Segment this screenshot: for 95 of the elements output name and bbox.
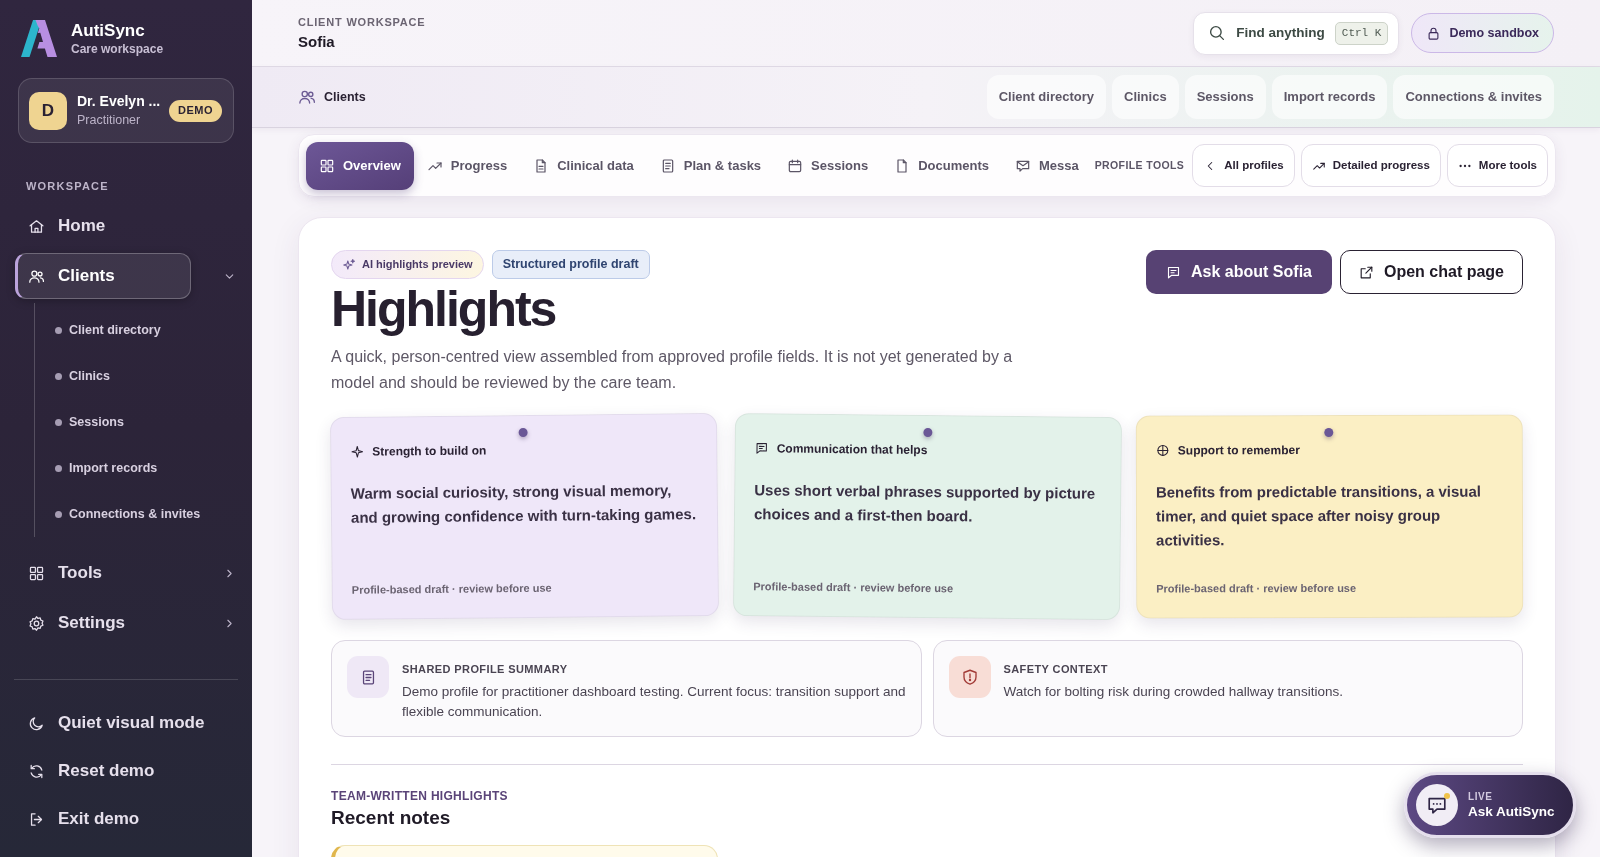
refresh-icon [28,762,45,780]
tab[interactable]: Clinical data [520,141,647,190]
tool-button[interactable]: All profiles [1192,144,1295,187]
card-footnote: Profile-based draft · review before use [351,580,552,597]
lock-icon [1426,25,1442,41]
info-text: Watch for bolting risk during crowded hallway transitions. [1003,683,1343,701]
chat-launcher[interactable]: LIVE Ask AutiSync [1404,772,1576,838]
brand-name: AutiSync [71,20,145,41]
sidebar-action[interactable]: Reset demo [15,748,237,794]
draft-badge: Structured profile draft [491,250,650,279]
external-link-icon [1358,264,1374,280]
bullet-icon [55,418,62,426]
shortcut-hint: Ctrl K [1334,21,1389,45]
sidebar-item[interactable]: Clients [15,253,191,299]
brand-tagline: Care workspace [71,40,164,57]
card-body: Warm social curiosity, strong visual memory, and growing confidence with turn-taking games. [350,480,698,528]
tools-label: PROFILE TOOLS [1094,157,1185,173]
page-eyebrow: CLIENT WORKSPACE [298,15,426,29]
user-role: Practitioner [77,112,141,129]
card-title: Support to remember [1178,442,1301,459]
demo-badge: DEMO [169,99,222,122]
notes-title: Recent notes [331,806,451,830]
search-icon [1208,24,1227,42]
chat-icon [1416,784,1458,826]
sparkle-icon [342,257,356,272]
section-label: WORKSPACE [26,179,109,193]
avatar: D [29,91,67,130]
info-title: SAFETY CONTEXT [1003,662,1108,676]
sidebar-subitem[interactable]: Connections & invites [35,491,225,537]
sidebar-item[interactable]: Tools [15,550,191,596]
subnav-link[interactable]: Clinics [1112,75,1179,119]
card-body: Uses short verbal phrases supported by picture choices and a first-then board. [753,480,1096,527]
tab[interactable]: Plan & tasks [646,141,775,190]
people-icon [298,88,316,106]
search-button[interactable]: Find anything Ctrl K [1193,11,1400,55]
card-footnote: Profile-based draft · review before use [1156,580,1357,596]
card-title: Strength to build on [372,442,487,460]
sparkle-icon [350,444,365,459]
launcher-label: Ask AutiSync [1468,802,1555,820]
sidebar-action[interactable]: Quiet visual mode [15,700,237,746]
highlights-title: Highlights [331,281,556,337]
sidebar-subitem[interactable]: Sessions [35,399,225,445]
grid-icon [28,564,45,582]
info-title: SHARED PROFILE SUMMARY [402,662,568,676]
tab[interactable]: Messa [1002,141,1092,190]
grid-icon [319,157,335,174]
sandbox-chip[interactable]: Demo sandbox [1411,13,1554,53]
bullet-icon [55,372,62,380]
crosshair-icon [1156,443,1171,458]
bullet-icon [55,326,62,334]
subnav-link[interactable]: Connections & invites [1393,75,1554,119]
moon-icon [28,714,45,732]
notes-eyebrow: TEAM-WRITTEN HIGHLIGHTS [331,789,508,803]
tab[interactable]: Documents [881,141,1002,190]
info-text: Demo profile for practitioner dashboard testing. Current focus: transition support and flexible communication. [402,683,906,721]
subnav-link[interactable]: Client directory [986,75,1106,119]
user-name: Dr. Evelyn ... [77,92,161,110]
calendar-icon [787,157,804,174]
bullet-icon [55,510,62,518]
exit-icon [28,810,45,828]
subnav-link[interactable]: Sessions [1184,75,1266,119]
chat-icon [754,441,769,456]
page-title: Sofia [298,33,335,51]
card-footnote: Profile-based draft · review before use [752,579,953,596]
logo-icon [20,20,58,57]
sidebar-item[interactable]: Home [15,203,191,249]
open-chat-button[interactable]: Open chat page [1339,250,1523,294]
highlights-description: A quick, person-centred view assembled from approved profile fields. It is not yet generated by a model and should be reviewed by the care team. [331,347,1014,393]
tab[interactable]: Progress [413,141,521,190]
pin-icon [1324,428,1334,437]
chat-icon [1166,264,1182,280]
sidebar-subitem[interactable]: Client directory [35,307,225,353]
home-icon [28,217,45,235]
bullet-icon [55,464,62,472]
pin-icon [923,427,933,438]
tool-button[interactable]: Detailed progress [1300,144,1441,187]
pin-icon [518,427,528,438]
card-body: Benefits from predictable transitions, a visual timer, and quiet space after noisy group activities. [1156,481,1483,551]
tab[interactable]: Sessions [774,141,882,190]
sidebar-action[interactable]: Exit demo [15,796,237,842]
preview-badge: AI highlights preview [331,250,484,279]
profile-card[interactable]: D Dr. Evelyn ... Practitioner DEMO [18,78,234,143]
sidebar-item[interactable]: Settings [15,600,191,646]
section-title: Clients [324,88,366,106]
tab[interactable]: Overview [306,141,414,190]
card-title: Communication that helps [776,440,928,458]
subnav-link[interactable]: Import records [1271,75,1388,119]
tool-button[interactable]: More tools [1446,144,1548,187]
sidebar-subitem[interactable]: Import records [35,445,225,491]
document-icon [347,656,389,698]
sidebar-subitem[interactable]: Clinics [35,353,225,399]
status-label: LIVE [1468,790,1493,803]
ask-button[interactable]: Ask about Sofia [1146,250,1332,294]
settings-icon [28,614,45,632]
shield-icon [948,656,991,698]
